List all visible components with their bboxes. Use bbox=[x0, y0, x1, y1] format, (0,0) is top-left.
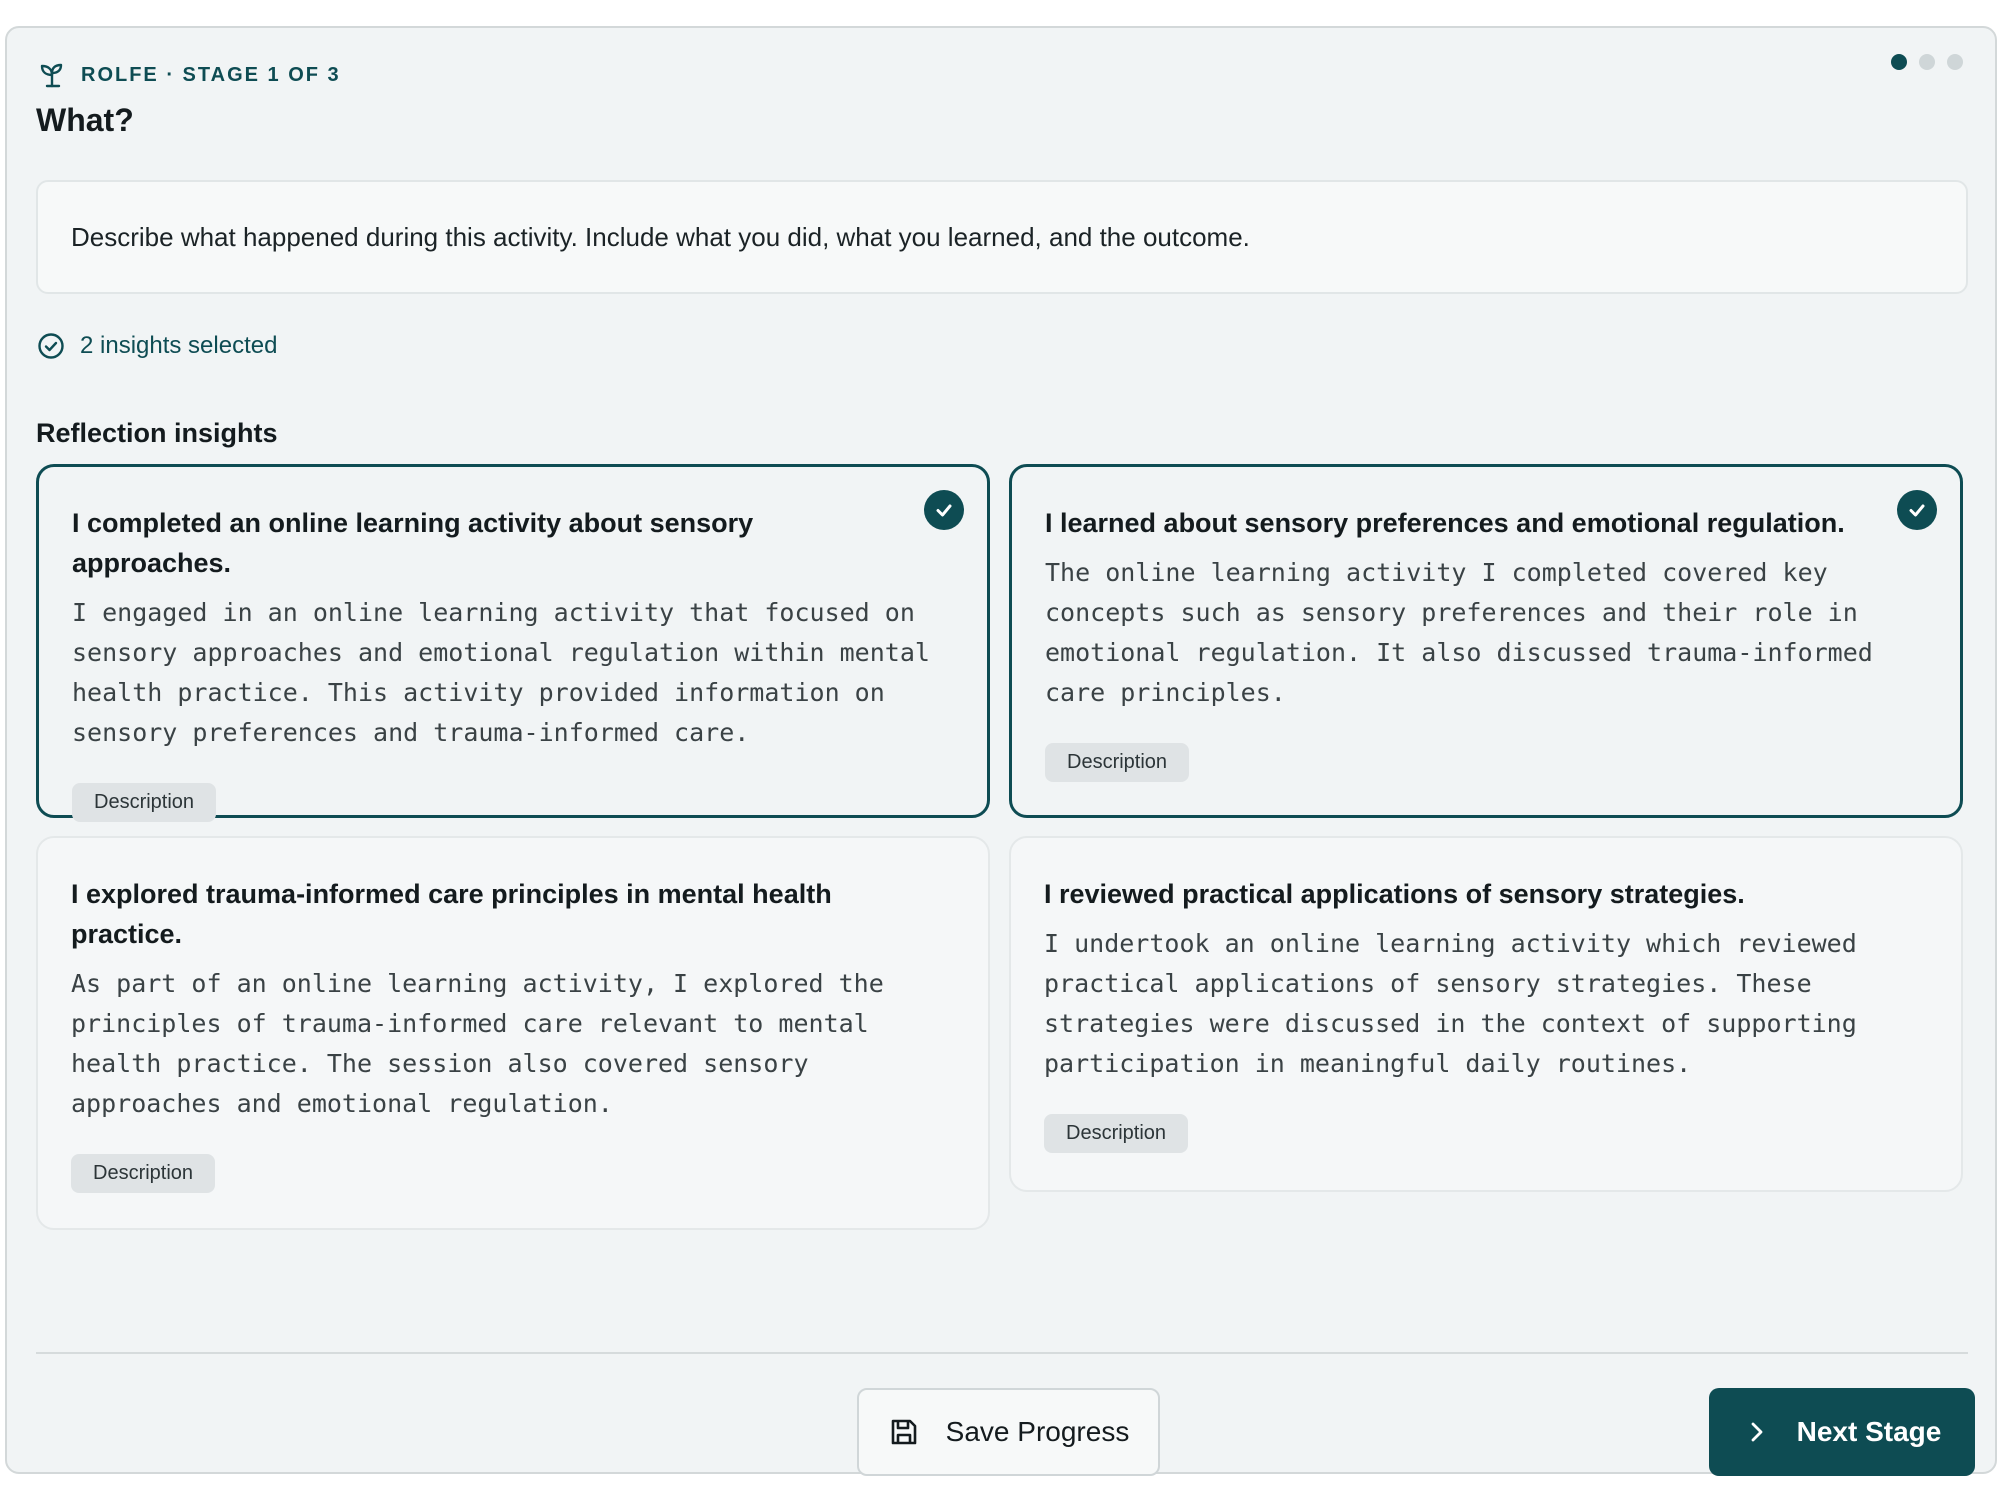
insight-title: I reviewed practical applications of sen… bbox=[1044, 879, 1745, 909]
insight-card-4[interactable]: I reviewed practical applications of sen… bbox=[1009, 836, 1963, 1192]
chevron-right-icon bbox=[1743, 1418, 1771, 1446]
insight-title: I learned about sensory preferences and … bbox=[1045, 508, 1845, 538]
insight-tag: Description bbox=[71, 1154, 216, 1193]
stage-label: ROLFE · STAGE 1 OF 3 bbox=[81, 63, 341, 86]
insight-body: I undertook an online learning activity … bbox=[1044, 929, 1857, 1078]
insight-body: The online learning activity I completed… bbox=[1045, 558, 1873, 707]
insight-tag: Description bbox=[72, 783, 217, 822]
reflection-panel: ROLFE · STAGE 1 OF 3 What? Describe what… bbox=[5, 26, 1997, 1476]
sprout-icon bbox=[37, 60, 67, 90]
insight-card-1[interactable]: I completed an online learning activity … bbox=[36, 464, 990, 822]
insight-card-2[interactable]: I learned about sensory preferences and … bbox=[1009, 464, 1963, 818]
selection-status: 2 insights selected bbox=[36, 328, 277, 364]
next-stage-label: Next Stage bbox=[1796, 1416, 1942, 1447]
insight-card-3[interactable]: I explored trauma-informed care principl… bbox=[36, 836, 990, 1230]
section-title: Reflection insights bbox=[36, 418, 278, 448]
insight-title: I completed an online learning activity … bbox=[72, 508, 754, 578]
check-circle-icon bbox=[36, 331, 66, 361]
insight-tag: Description bbox=[1044, 1114, 1189, 1153]
prompt-box: Describe what happened during this activ… bbox=[36, 180, 1968, 294]
floppy-disk-icon bbox=[888, 1416, 920, 1448]
save-progress-label: Save Progress bbox=[945, 1416, 1130, 1447]
progress-dot-2 bbox=[1919, 54, 1935, 70]
check-icon bbox=[924, 490, 964, 530]
check-icon bbox=[1897, 490, 1937, 530]
selection-count: 2 insights selected bbox=[80, 332, 278, 359]
insight-tag: Description bbox=[1045, 743, 1190, 782]
next-stage-button[interactable]: Next Stage bbox=[1709, 1388, 1975, 1476]
insight-title: I explored trauma-informed care principl… bbox=[71, 879, 832, 949]
stage-indicator: ROLFE · STAGE 1 OF 3 bbox=[37, 58, 341, 92]
insight-body: I engaged in an online learning activity… bbox=[72, 598, 930, 747]
progress-dot-1 bbox=[1891, 54, 1907, 70]
save-progress-button[interactable]: Save Progress bbox=[857, 1388, 1160, 1476]
footer-divider bbox=[36, 1352, 1968, 1354]
insight-body: As part of an online learning activity, … bbox=[71, 969, 884, 1118]
page-title: What? bbox=[36, 102, 134, 138]
prompt-text: Describe what happened during this activ… bbox=[71, 221, 1250, 252]
progress-dot-3 bbox=[1947, 54, 1963, 70]
stage-progress-dots bbox=[1891, 54, 1963, 70]
